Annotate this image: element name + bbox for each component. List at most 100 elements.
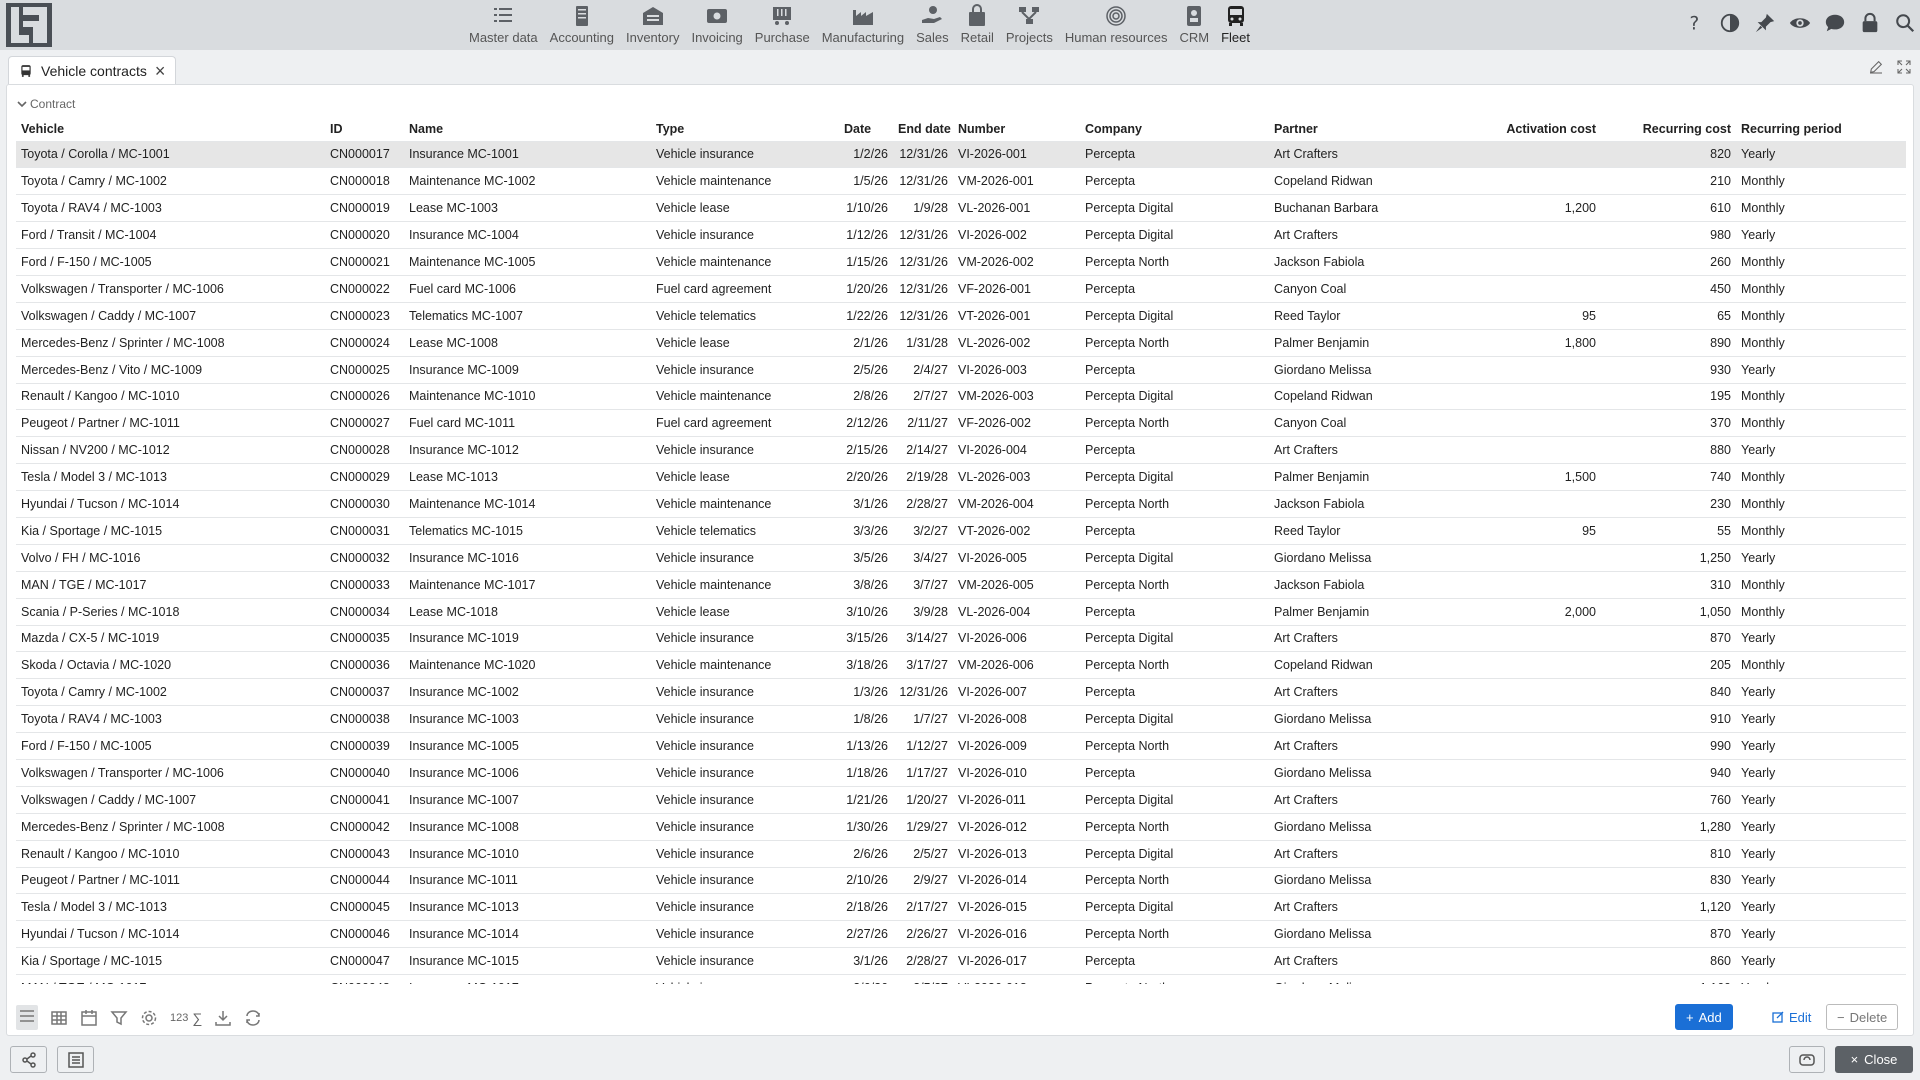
module-master-data[interactable]: Master data (463, 0, 544, 50)
column-header[interactable]: Company (1080, 117, 1269, 141)
module-sales[interactable]: Sales (910, 0, 955, 50)
search-icon[interactable] (1894, 12, 1916, 34)
table-row[interactable]: Peugeot / Partner / MC-1011 CN000044 Insur… (16, 866, 1906, 894)
module-fleet[interactable]: Fleet (1215, 0, 1256, 50)
table-row[interactable]: Nissan / NV200 / MC-1012 CN000028 Insuranc… (16, 436, 1906, 464)
table-row[interactable]: Hyundai / Tucson / MC-1014 CN000030 Mainte… (16, 490, 1906, 518)
settings-gear-icon[interactable] (140, 1009, 158, 1027)
cell-partner: Art Crafters (1269, 893, 1444, 921)
table-row[interactable]: Volkswagen / Transporter / MC-1006 CN0000… (16, 758, 1906, 787)
table-row[interactable]: Mazda / CX-5 / MC-1019 CN000035 Insurance … (16, 624, 1906, 652)
cell-end-date: 12/31/26 (893, 678, 953, 706)
delete-button[interactable]: − Delete (1826, 1004, 1899, 1030)
share-button[interactable] (10, 1046, 47, 1073)
table-row[interactable]: Ford / F-150 / MC-1005 CN000021 Maintenanc… (16, 248, 1906, 276)
module-projects[interactable]: Projects (1000, 0, 1059, 50)
table-row[interactable]: Tesla / Model 3 / MC-1013 CN000045 Insuran… (16, 893, 1906, 921)
column-header[interactable]: Activation cost (1444, 117, 1601, 141)
cell-vehicle: Kia / Sportage / MC-1015 (16, 947, 325, 975)
help-icon[interactable]: ? (1684, 12, 1706, 34)
table-row[interactable]: Volkswagen / Caddy / MC-1007 CN000023 Tele… (16, 301, 1906, 330)
pencil-icon[interactable] (1868, 59, 1884, 75)
close-button[interactable]: × Close (1835, 1046, 1913, 1073)
close-icon[interactable]: × (155, 62, 166, 80)
cell-recurring-period: Monthly (1736, 274, 1906, 303)
layout-settings-button[interactable] (57, 1046, 94, 1073)
cell-company: Percepta North (1080, 974, 1269, 984)
table-row[interactable]: Mercedes-Benz / Sprinter / MC-1008 CN0000… (16, 812, 1906, 841)
table-row[interactable]: Renault / Kangoo / MC-1010 CN000026 Mainte… (16, 382, 1906, 410)
download-icon[interactable] (214, 1009, 232, 1027)
table-row[interactable]: Ford / Transit / MC-1004 CN000020 Insuranc… (16, 221, 1906, 249)
grid-view-icon[interactable] (50, 1009, 68, 1027)
table-row[interactable]: MAN / TGE / MC-1017CN000048Insurance MC-… (16, 974, 1906, 984)
cell-activation-cost (1444, 140, 1601, 168)
app-logo[interactable] (6, 3, 52, 47)
table-row[interactable]: Toyota / RAV4 / MC-1003 CN000019 Lease MC-… (16, 194, 1906, 222)
table-row[interactable]: Volkswagen / Transporter / MC-1006 CN0000… (16, 274, 1906, 303)
refresh-button[interactable] (1789, 1046, 1825, 1073)
module-accounting[interactable]: Accounting (544, 0, 620, 50)
column-header[interactable]: Vehicle (16, 117, 325, 141)
table-row[interactable]: Kia / Sportage / MC-1015 CN000031 Telemati… (16, 516, 1906, 545)
column-header[interactable]: End date (893, 117, 953, 141)
module-manufacturing[interactable]: Manufacturing (816, 0, 910, 50)
cell-recurring-period: Monthly (1736, 516, 1906, 545)
cell-company: Percepta North (1080, 409, 1269, 437)
column-header[interactable]: Partner (1269, 117, 1444, 141)
column-header[interactable]: ID (325, 117, 404, 141)
chat-icon[interactable] (1824, 12, 1846, 34)
table-row[interactable]: Toyota / RAV4 / MC-1003 CN000038 Insurance… (16, 705, 1906, 733)
module-invoicing[interactable]: Invoicing (685, 0, 748, 50)
table-row[interactable]: Mercedes-Benz / Sprinter / MC-1008 CN0000… (16, 328, 1906, 357)
column-header[interactable]: Recurring period (1736, 117, 1906, 141)
table-row[interactable]: Tesla / Model 3 / MC-1013 CN000029 Lease M… (16, 463, 1906, 491)
table-row[interactable]: Kia / Sportage / MC-1015 CN000047 Insuranc… (16, 947, 1906, 975)
table-row[interactable]: Toyota / Camry / MC-1002 CN000037 Insuranc… (16, 678, 1906, 706)
module-crm[interactable]: CRM (1173, 0, 1215, 50)
totals-button[interactable]: 123 ∑ (170, 1010, 202, 1026)
column-header[interactable]: Name (404, 117, 651, 141)
cell-activation-cost (1444, 866, 1601, 894)
cell-number: VI-2026-017 (953, 947, 1080, 975)
refresh-cycle-icon[interactable] (244, 1009, 262, 1027)
table-row[interactable]: Volkswagen / Caddy / MC-1007 CN000041 Insu… (16, 785, 1906, 814)
module-purchase[interactable]: Purchase (749, 0, 816, 50)
calendar-view-icon[interactable] (80, 1009, 98, 1027)
table-row[interactable]: Renault / Kangoo / MC-1010 CN000043 Insura… (16, 839, 1906, 868)
cell-activation-cost (1444, 920, 1601, 948)
table-row[interactable]: Skoda / Octavia / MC-1020 CN000036 Mainten… (16, 651, 1906, 679)
column-header[interactable]: Date (839, 117, 893, 141)
table-row[interactable]: Peugeot / Partner / MC-1011 CN000027 Fuel … (16, 409, 1906, 437)
add-button[interactable]: + Add (1675, 1004, 1733, 1030)
cell-vehicle: Tesla / Model 3 / MC-1013 (16, 893, 325, 921)
theme-contrast-icon[interactable] (1719, 12, 1741, 34)
edit-button[interactable]: Edit (1761, 1004, 1823, 1030)
table-row[interactable]: Hyundai / Tucson / MC-1014 CN000046 Insura… (16, 920, 1906, 948)
list-view-button[interactable] (16, 1005, 38, 1030)
cell-end-date: 12/31/26 (893, 274, 953, 303)
table-row[interactable]: Volvo / FH / MC-1016 CN000032 Insurance MC… (16, 543, 1906, 572)
pin-icon[interactable] (1754, 12, 1776, 34)
column-header[interactable]: Recurring cost (1601, 117, 1736, 141)
cell-vehicle: Toyota / Camry / MC-1002 (16, 167, 325, 195)
column-header[interactable]: Number (953, 117, 1080, 141)
module-human-resources[interactable]: Human resources (1059, 0, 1174, 50)
section-header-contract[interactable]: Contract (17, 97, 75, 111)
table-row[interactable]: MAN / TGE / MC-1017 CN000033 Maintenance M… (16, 570, 1906, 599)
module-retail[interactable]: Retail (955, 0, 1000, 50)
table-row[interactable]: Ford / F-150 / MC-1005 CN000039 Insurance … (16, 732, 1906, 760)
filter-icon[interactable] (110, 1009, 128, 1027)
table-row[interactable]: Scania / P-Series / MC-1018 CN000034 Lease… (16, 597, 1906, 626)
table-row[interactable]: Mercedes-Benz / Vito / MC-1009 CN000025 In… (16, 355, 1906, 384)
lock-icon[interactable] (1859, 12, 1881, 34)
tab-vehicle-contracts[interactable]: Vehicle contracts × (8, 56, 177, 84)
expand-icon[interactable] (1896, 59, 1912, 75)
column-header[interactable]: Type (651, 117, 839, 141)
table-row[interactable]: Toyota / Corolla / MC-1001 CN000017 Insura… (16, 140, 1906, 168)
eye-icon[interactable] (1789, 12, 1811, 34)
cell-id: CN000021 (325, 248, 404, 276)
cell-name: Lease MC-1018 (404, 597, 651, 626)
table-row[interactable]: Toyota / Camry / MC-1002 CN000018 Maintena… (16, 167, 1906, 195)
module-inventory[interactable]: Inventory (620, 0, 685, 50)
